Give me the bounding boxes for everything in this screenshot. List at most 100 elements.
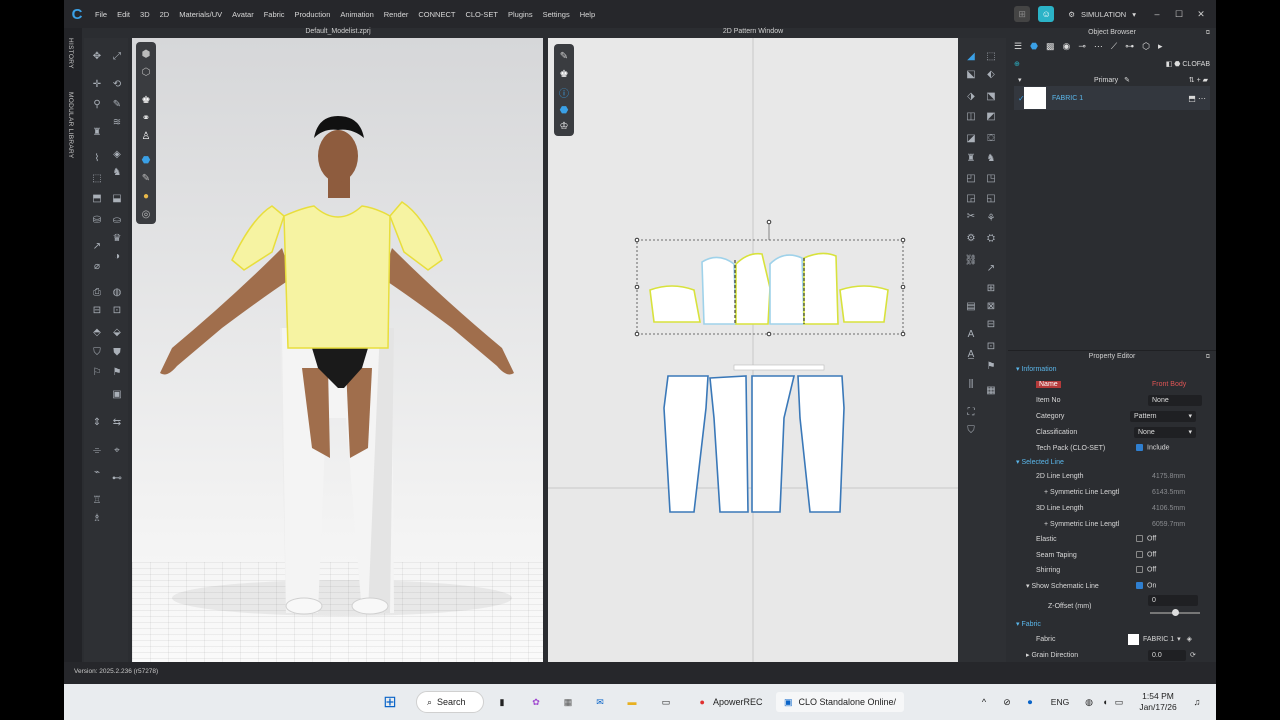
fabric-menu-icon[interactable]: ⬒ ⋯ [1188, 94, 1206, 103]
edit-pattern-icon[interactable]: ◢ [964, 50, 978, 62]
graphic-icon[interactable]: ⊡ [984, 340, 998, 352]
pointer-icon[interactable]: ⌖ [110, 444, 124, 456]
grid-toggle-icon[interactable]: ⊞ [1014, 6, 1031, 22]
texture-view-icon[interactable]: ⚭ [139, 112, 153, 124]
view-cube-icon[interactable]: ⬢ [139, 48, 153, 60]
zipper-2d-icon[interactable]: ⛓ [964, 254, 978, 266]
fabric-locate-icon[interactable]: ◈ [1187, 635, 1192, 643]
menu-clo-set[interactable]: CLO-SET [460, 10, 503, 19]
category-select[interactable]: Pattern ▾ [1130, 410, 1196, 422]
trim-tab-icon[interactable]: ⊶ [1125, 41, 1134, 52]
circle-tool-icon[interactable]: ◑ [110, 250, 124, 262]
mode-selector[interactable]: ⚙ SIMULATION ▾ [1062, 10, 1142, 19]
more-tabs-icon[interactable]: ⬡ [1142, 41, 1150, 52]
section-information[interactable]: ▾ Information [1008, 362, 1208, 376]
menu-production[interactable]: Production [290, 10, 336, 19]
notifications-bell-icon[interactable]: ♫ [1190, 692, 1204, 712]
rotate-icon[interactable]: ⟳ [1190, 651, 1196, 659]
pleat-icon[interactable]: ◰ [964, 172, 978, 184]
section-selected-line[interactable]: ▾ Selected Line [1008, 455, 1208, 469]
shirt-2d-icon[interactable]: ♚ [557, 68, 571, 80]
pin-icon[interactable]: ⚲ [90, 98, 104, 110]
classification-select[interactable]: None ▾ [1134, 426, 1196, 438]
taskbar-clock[interactable]: 1:54 PM Jan/17/26 [1130, 691, 1186, 712]
texture-edit-icon[interactable]: ▤ [964, 300, 978, 312]
item-no-field[interactable]: None [1148, 394, 1202, 406]
arrangement-icon[interactable]: ◈ [110, 148, 124, 160]
chevron-right-icon[interactable]: ▸ [1158, 41, 1163, 52]
menu-render[interactable]: Render [379, 10, 414, 19]
shirt-shade-icon[interactable]: ⛊ [110, 346, 124, 358]
hanger-icon[interactable]: ⚐ [90, 366, 104, 378]
ruler-2-icon[interactable]: ⊷ [110, 472, 124, 484]
menu-fabric[interactable]: Fabric [259, 10, 290, 19]
clo-logo-icon[interactable]: C [64, 0, 90, 28]
slider-handle[interactable] [1172, 609, 1179, 616]
tray-chevron-icon[interactable]: ^ [978, 692, 990, 712]
button-tab-icon[interactable]: ◉ [1062, 41, 1070, 52]
pattern-piece-icon[interactable]: ⬘ [90, 326, 104, 338]
transform-icon[interactable]: ⤢ [110, 50, 124, 62]
fold-icon[interactable]: ⟲ [110, 78, 124, 90]
copilot-icon[interactable]: ✿ [528, 692, 544, 712]
segment-icon[interactable]: ⌇ [90, 152, 104, 164]
file-explorer-icon[interactable]: ▬ [624, 692, 640, 712]
free-sew-icon[interactable]: ◱ [984, 192, 998, 204]
select-mesh-icon[interactable]: ✛ [90, 78, 104, 90]
button-2d-icon[interactable]: ⚙ [964, 232, 978, 244]
puckering-icon[interactable]: ♛ [110, 232, 124, 244]
menu-settings[interactable]: Settings [538, 10, 575, 19]
globe-icon[interactable]: ◍ [110, 286, 124, 298]
menu-help[interactable]: Help [575, 10, 600, 19]
pattern-lock-icon[interactable]: ⛉ [964, 424, 978, 436]
history-tab[interactable]: HISTORY [67, 38, 74, 69]
language-indicator[interactable]: ENG [1046, 692, 1074, 712]
menu-file[interactable]: File [90, 10, 112, 19]
pen-tool-icon[interactable]: ✎ [557, 50, 571, 62]
name-field[interactable]: Front Body [1148, 379, 1202, 390]
menu-materials-uv[interactable]: Materials/UV [174, 10, 227, 19]
text-tool-icon[interactable]: A [964, 328, 978, 340]
shirring-checkbox[interactable]: Off [1136, 566, 1156, 574]
list-icon[interactable]: ☰ [1014, 41, 1022, 52]
camera-icon[interactable]: ⎙ [90, 286, 104, 298]
battery-icon[interactable]: ▭ [1112, 692, 1126, 712]
shirt-outline-icon[interactable]: ♔ [557, 120, 571, 132]
2d-pattern-viewport[interactable]: ✎ ♚ ⓘ ⬣ ♔ [548, 38, 958, 662]
rectangle-icon[interactable]: ⬔ [984, 90, 998, 102]
notch-icon[interactable]: ⛋ [984, 132, 998, 144]
notes-app-icon[interactable]: ▭ [658, 692, 674, 712]
zipper-icon[interactable]: ⛁ [90, 214, 104, 226]
wand-icon[interactable]: ⟋ [1111, 41, 1117, 52]
measure-2d-icon[interactable]: ⫼ [964, 378, 978, 390]
grain-field[interactable]: 0.0 [1148, 649, 1186, 661]
edit-curve-icon[interactable]: ⬕ [964, 68, 978, 80]
volume-icon[interactable]: ◖ [1098, 692, 1112, 712]
grading-icon[interactable]: ◳ [984, 172, 998, 184]
add-point-icon[interactable]: ⬖ [984, 68, 998, 80]
square-tool-icon[interactable]: ▣ [110, 388, 124, 400]
pattern-grid-icon[interactable]: ▩ [1046, 41, 1055, 52]
lock-icon[interactable]: ⊡ [110, 304, 124, 316]
tech-pack-checkbox[interactable]: Include [1136, 444, 1170, 452]
artwork-icon[interactable]: ⚑ [984, 360, 998, 372]
menu-edit[interactable]: Edit [112, 10, 135, 19]
steam-icon[interactable]: ≋ [110, 116, 124, 128]
button-icon[interactable]: ⛀ [110, 214, 124, 226]
windows-start-icon[interactable]: ⊞ [380, 692, 400, 712]
buttonhole-icon[interactable]: ⛭ [984, 232, 998, 244]
schematic-checkbox[interactable]: On [1136, 582, 1156, 590]
menu-connect[interactable]: CONNECT [413, 10, 460, 19]
fabric-tab-icon[interactable]: ⬣ [1030, 41, 1038, 52]
elastic-checkbox[interactable]: Off [1136, 535, 1156, 543]
brush-view-icon[interactable]: ✎ [139, 172, 153, 184]
3d-viewport[interactable]: ⬢ ⬡ ♚ ⚭ ♙ ⬣ ✎ ● ◎ [132, 38, 543, 662]
menu-3d[interactable]: 3D [135, 10, 155, 19]
trim-icon[interactable]: ⊟ [984, 318, 998, 330]
text-edit-icon[interactable]: A̲ [964, 348, 978, 360]
section-fabric[interactable]: ▾ Fabric [1008, 617, 1208, 631]
diagonal-arrow-icon[interactable]: ↗ [984, 262, 998, 274]
tuck-icon[interactable]: ⚘ [984, 212, 998, 224]
segment-sew-icon[interactable]: ◲ [964, 192, 978, 204]
polygon-icon[interactable]: ⬗ [964, 90, 978, 102]
